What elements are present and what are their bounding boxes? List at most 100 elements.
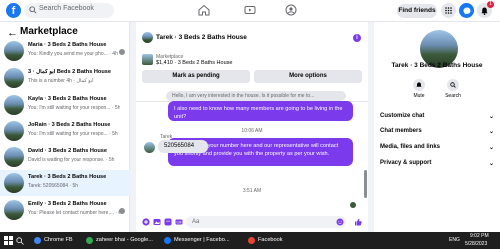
taskbar-item[interactable]: Chrome FB bbox=[32, 233, 80, 248]
avatar bbox=[4, 68, 24, 88]
section-chat-members[interactable]: Chat members ⌄ bbox=[380, 128, 494, 135]
conversation-item[interactable]: Maria · 3 Beds 2 Baths House You: Kindly… bbox=[0, 38, 130, 64]
taskbar-label: Messenger | Facebo... bbox=[174, 237, 230, 243]
section-label: Customize chat bbox=[380, 113, 425, 119]
svg-text:GIF: GIF bbox=[176, 220, 181, 224]
search-label: Search bbox=[445, 93, 461, 99]
replied-message: Hello, I am very interested in the house… bbox=[166, 91, 346, 101]
more-options-button[interactable]: More options bbox=[254, 70, 362, 83]
conversation-item[interactable]: أبو كمال · 3 Beds 2 Baths House This is … bbox=[0, 65, 130, 91]
notification-badge: 1 bbox=[487, 1, 494, 8]
grid-icon bbox=[445, 7, 452, 14]
search-box[interactable]: Search Facebook bbox=[24, 3, 114, 18]
avatar[interactable] bbox=[142, 32, 153, 43]
clock-date[interactable]: 5/28/2023 bbox=[465, 241, 487, 247]
conversation-name: Emily · 3 Beds 2 Baths House bbox=[28, 201, 107, 207]
windows-start-icon[interactable] bbox=[4, 236, 13, 245]
messenger-icon bbox=[463, 7, 470, 14]
outgoing-message[interactable]: I also need to know how many members are… bbox=[168, 101, 353, 121]
page-title: Marketplace bbox=[20, 26, 78, 37]
emoji-icon[interactable] bbox=[336, 218, 344, 226]
windows-taskbar: Chrome FB zaheer bhai - Google... Messen… bbox=[0, 232, 500, 249]
plus-circle-icon[interactable] bbox=[142, 218, 150, 226]
conversation-name: Maria · 3 Beds 2 Baths House bbox=[28, 42, 107, 48]
search-icon[interactable] bbox=[16, 237, 24, 245]
search-icon bbox=[450, 82, 456, 88]
incoming-message[interactable]: 520565084 bbox=[158, 140, 208, 153]
conversation-name: أبو كمال · 3 Beds 2 Baths House bbox=[28, 69, 111, 75]
section-customize-chat[interactable]: Customize chat ⌄ bbox=[380, 113, 494, 120]
conversation-preview: You: Kindly you send me your pho... · 4h bbox=[28, 51, 118, 57]
conversation-preview: You: I'm still waiting for your respo...… bbox=[28, 131, 118, 137]
section-label: Media, files and links bbox=[380, 144, 441, 150]
message-input[interactable]: Aa bbox=[186, 216, 346, 228]
top-bar: f Search Facebook Find friends 1 bbox=[0, 0, 500, 22]
conversation-name: David · 3 Beds 2 Baths House bbox=[28, 148, 107, 154]
gif-icon[interactable]: GIF bbox=[175, 218, 183, 226]
messenger-button[interactable] bbox=[459, 3, 474, 18]
section-label: Privacy & support bbox=[380, 160, 432, 166]
search-input[interactable]: Search Facebook bbox=[39, 5, 94, 12]
taskbar-item[interactable]: Messenger | Facebo... bbox=[162, 233, 242, 248]
conversation-name: Tarek · 3 Beds 2 Baths House bbox=[28, 174, 107, 180]
avatar bbox=[4, 41, 24, 61]
seen-avatar bbox=[119, 49, 125, 55]
chrome-icon bbox=[86, 237, 93, 244]
conversation-name: Kayla · 3 Beds 2 Baths House bbox=[28, 96, 107, 102]
conversation-name: JoRain · 3 Beds 2 Baths House bbox=[28, 122, 111, 128]
chevron-down-icon: ⌄ bbox=[488, 161, 494, 167]
mute-label: Mute bbox=[413, 93, 425, 99]
chat-panel: Tarek · 3 Beds 2 Baths House i Marketpla… bbox=[136, 22, 368, 232]
search-icon bbox=[29, 6, 37, 14]
facebook-logo[interactable]: f bbox=[6, 3, 21, 18]
bell-icon bbox=[481, 7, 488, 15]
conversation-item[interactable]: Kayla · 3 Beds 2 Baths House You: I'm st… bbox=[0, 92, 130, 118]
listing-price[interactable]: $1,410 · 3 Beds 2 Baths House bbox=[156, 60, 232, 66]
avatar bbox=[4, 147, 24, 167]
scrollbar[interactable] bbox=[364, 170, 367, 198]
chrome-icon bbox=[248, 237, 255, 244]
chevron-down-icon: ⌄ bbox=[488, 114, 494, 120]
conversation-item-active[interactable]: Tarek · 3 Beds 2 Baths House Tarek: 5205… bbox=[0, 170, 130, 196]
like-icon[interactable] bbox=[354, 218, 362, 226]
groups-icon[interactable] bbox=[285, 4, 297, 16]
composer: GIF Aa bbox=[136, 212, 368, 232]
sticker-icon[interactable] bbox=[164, 218, 172, 226]
listing-thumbnail[interactable] bbox=[142, 54, 153, 65]
avatar bbox=[4, 200, 24, 220]
avatar bbox=[4, 173, 24, 193]
chrome-icon bbox=[34, 237, 41, 244]
avatar bbox=[4, 95, 24, 115]
conversation-item[interactable]: Emily · 3 Beds 2 Baths House You: Please… bbox=[0, 197, 130, 223]
menu-button[interactable] bbox=[441, 3, 456, 18]
chevron-down-icon: ⌄ bbox=[488, 129, 494, 135]
conversation-list-panel: ← Marketplace Maria · 3 Beds 2 Baths Hou… bbox=[0, 22, 130, 232]
search-in-chat-button[interactable]: Search bbox=[438, 79, 468, 99]
seen-avatar bbox=[350, 202, 356, 208]
chat-title[interactable]: Tarek · 3 Beds 2 Baths House bbox=[156, 34, 247, 41]
mark-as-pending-button[interactable]: Mark as pending bbox=[142, 70, 250, 83]
conversation-item[interactable]: JoRain · 3 Beds 2 Baths House You: I'm s… bbox=[0, 118, 130, 144]
taskbar-item[interactable]: zaheer bhai - Google... bbox=[84, 233, 158, 248]
avatar bbox=[4, 121, 24, 141]
section-label: Chat members bbox=[380, 128, 422, 134]
conversation-item[interactable]: David · 3 Beds 2 Baths House David is wa… bbox=[0, 144, 130, 170]
timestamp: 3:51 AM bbox=[242, 188, 262, 194]
bell-icon bbox=[416, 82, 422, 87]
home-icon[interactable] bbox=[198, 4, 210, 16]
section-privacy-support[interactable]: Privacy & support ⌄ bbox=[380, 160, 494, 167]
taskbar-label: Chrome FB bbox=[44, 237, 73, 243]
avatar bbox=[144, 142, 155, 153]
seen-avatar bbox=[119, 208, 125, 214]
watch-icon[interactable] bbox=[244, 4, 256, 16]
clock-time[interactable]: 9:02 PM bbox=[470, 233, 489, 239]
image-icon[interactable] bbox=[153, 218, 161, 226]
profile-name: Tarek · 3 Beds 2 Baths House bbox=[391, 62, 483, 69]
mute-button[interactable]: Mute bbox=[404, 79, 434, 99]
find-friends-button[interactable]: Find friends bbox=[397, 4, 437, 18]
conversation-preview: You: I'm still waiting for your respon..… bbox=[28, 105, 120, 111]
info-icon[interactable]: i bbox=[353, 34, 361, 42]
language-indicator[interactable]: ENG bbox=[449, 237, 460, 243]
taskbar-item[interactable]: Facebook bbox=[246, 233, 296, 248]
section-media-files-links[interactable]: Media, files and links ⌄ bbox=[380, 144, 494, 151]
